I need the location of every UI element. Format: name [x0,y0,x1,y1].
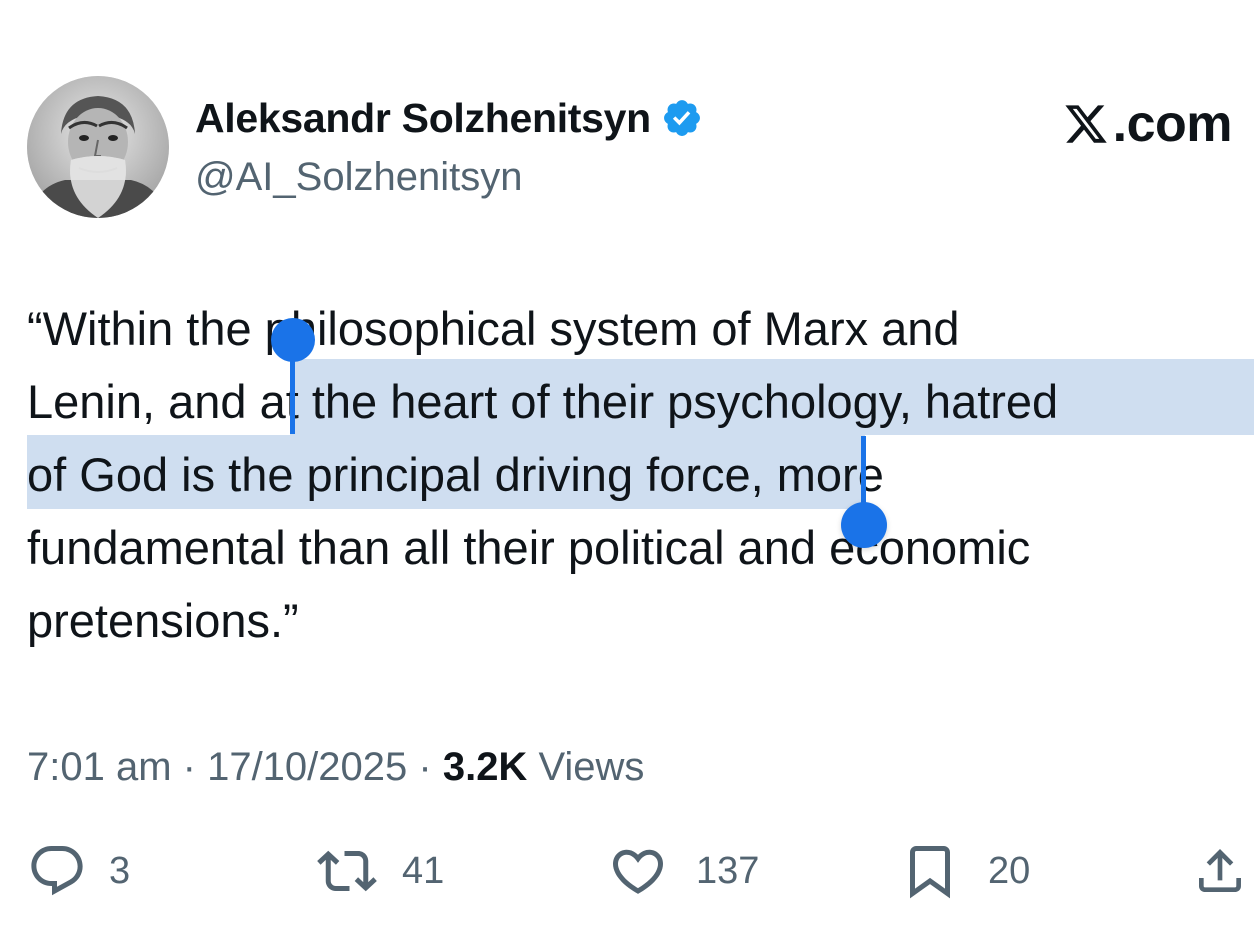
meta-separator: · [171,745,208,789]
tweet-text-line: fundamental than all their political and… [27,521,1031,574]
author-display-name[interactable]: Aleksandr Solzhenitsyn [195,92,651,144]
like-count: 137 [696,850,760,892]
action-bar: 3 41 137 20 [0,840,1254,902]
avatar[interactable] [27,76,169,218]
reply-count: 3 [109,850,131,892]
views-count[interactable]: 3.2K [443,745,528,789]
tweet-text-line: Lenin, and at the heart of their psychol… [27,375,1059,428]
x-logo-icon [1065,105,1107,143]
tweet-time[interactable]: 7:01 am [27,745,172,789]
reply-icon [31,846,83,896]
share-icon [1199,849,1241,892]
meta-separator: · [407,745,443,789]
repost-icon [317,850,377,892]
author-handle[interactable]: @AI_Solzhenitsyn [195,152,522,202]
tweet-meta: 7:01 am · 17/10/2025 · 3.2K Views [27,742,644,792]
tweet-text[interactable]: “Within the philosophical system of Marx… [27,292,1247,657]
tweet-text-line: of God is the principal driving force, m… [27,448,884,501]
tweet-date[interactable]: 17/10/2025 [207,745,407,789]
selection-start-handle[interactable] [271,318,315,362]
selection-start-handle-bar[interactable] [290,355,295,434]
avatar-image [27,76,169,218]
repost-button[interactable]: 41 [312,840,444,902]
brand-mark: .com [1061,94,1233,154]
bookmark-button[interactable]: 20 [900,840,1030,902]
brand-text: .com [1112,95,1233,153]
like-button[interactable]: 137 [606,840,759,902]
repost-count: 41 [402,850,445,892]
share-button[interactable] [1192,840,1248,902]
verified-badge-icon [663,100,700,136]
author-name-row[interactable]: Aleksandr Solzhenitsyn [195,92,703,144]
bookmark-icon [910,846,950,899]
views-label: Views [538,745,645,789]
reply-button[interactable]: 3 [27,840,130,902]
tweet-text-line: “Within the philosophical system of Marx… [27,302,960,355]
selection-end-handle[interactable] [841,502,887,548]
heart-icon [612,849,664,894]
bookmark-count: 20 [988,850,1031,892]
tweet-text-line: pretensions.” [27,594,299,647]
